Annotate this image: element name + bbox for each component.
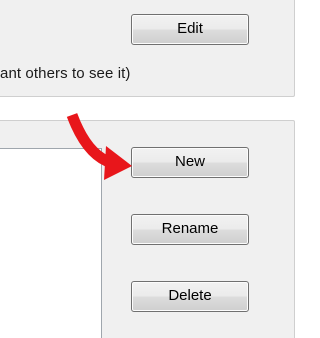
rename-button[interactable]: Rename bbox=[131, 214, 249, 245]
top-group-box: Edit ant others to see it) bbox=[0, 0, 295, 97]
new-button[interactable]: New bbox=[131, 147, 249, 178]
delete-button[interactable]: Delete bbox=[131, 281, 249, 312]
edit-button[interactable]: Edit bbox=[131, 14, 249, 45]
visibility-hint-text: ant others to see it) bbox=[0, 65, 131, 82]
item-list[interactable] bbox=[0, 148, 102, 338]
dialog-crop: Edit ant others to see it) New Rename De… bbox=[0, 0, 305, 338]
